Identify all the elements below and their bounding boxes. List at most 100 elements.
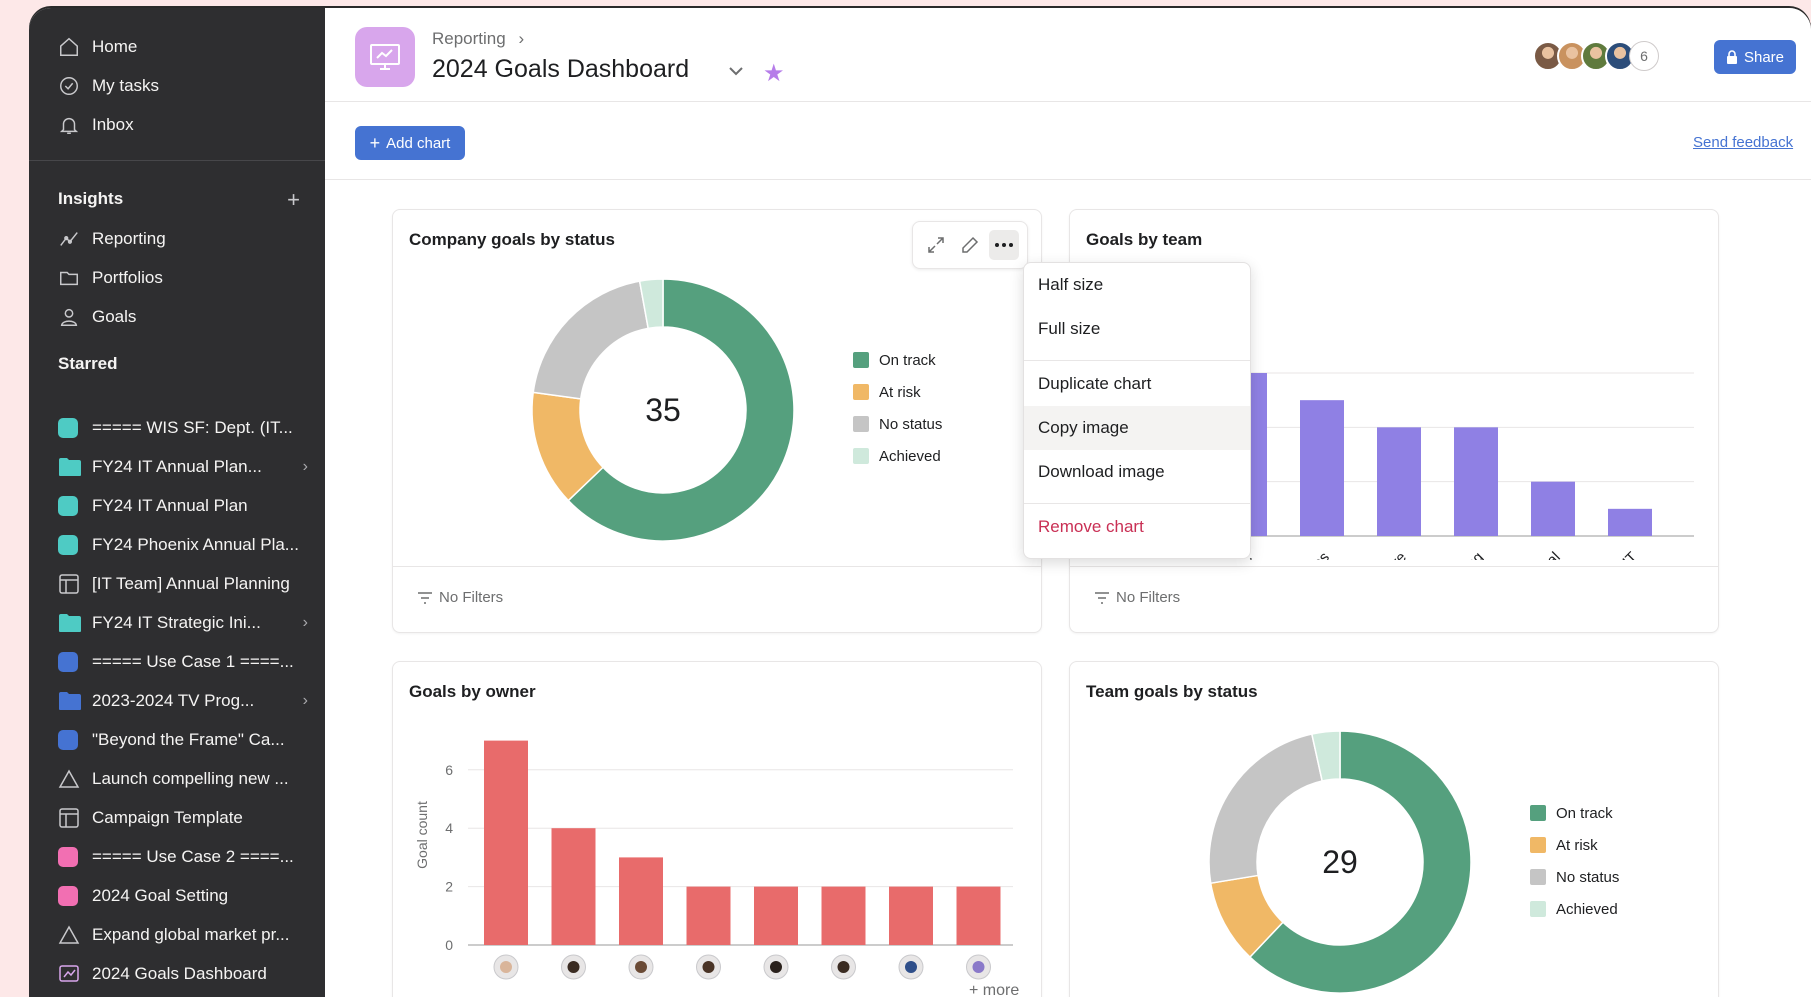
starred-item[interactable]: "Beyond the Frame" Ca... — [58, 725, 308, 755]
chevron-right-icon[interactable]: › — [303, 614, 308, 632]
chevron-right-icon[interactable]: › — [303, 692, 308, 710]
donut-slice-no-status[interactable] — [1208, 733, 1324, 885]
sidebar-item-inbox[interactable]: Inbox — [58, 110, 134, 140]
chart-card-company-goals-by-status[interactable]: Company goals by status 35 On track At ri… — [392, 209, 1042, 633]
sidebar-item-reporting[interactable]: Reporting — [58, 224, 166, 254]
chevron-down-icon[interactable] — [728, 66, 744, 76]
menu-item-duplicate-chart[interactable]: Duplicate chart — [1024, 362, 1250, 406]
legend-item[interactable]: At risk — [1530, 829, 1619, 861]
bar[interactable] — [686, 886, 731, 945]
dashboard-canvas: Company goals by status 35 On track At ri… — [325, 180, 1811, 997]
filters-button[interactable]: No Filters — [417, 589, 503, 606]
starred-item[interactable]: ===== Use Case 1 ====... — [58, 647, 308, 677]
legend-swatch — [1530, 869, 1546, 885]
page-header: Reporting › 2024 Goals Dashboard ★ 6 Sha… — [325, 8, 1811, 102]
starred-item[interactable]: FY24 IT Annual Plan... › — [58, 452, 308, 482]
bar[interactable] — [1454, 427, 1498, 536]
bar[interactable] — [754, 886, 798, 945]
filter-icon — [1095, 591, 1109, 604]
sidebar-item-goals[interactable]: Goals — [58, 302, 136, 332]
legend-item[interactable]: On track — [853, 344, 942, 376]
menu-item-copy-image[interactable]: Copy image — [1024, 406, 1250, 450]
template-icon — [59, 574, 79, 594]
legend-swatch — [853, 352, 869, 368]
breadcrumb-reporting[interactable]: Reporting — [432, 29, 506, 48]
y-tick-label: 4 — [445, 820, 453, 836]
starred-item[interactable]: FY24 IT Strategic Ini... › — [58, 608, 308, 638]
bar[interactable] — [956, 886, 1001, 945]
legend-label: At risk — [1556, 836, 1598, 854]
line-chart-icon — [60, 232, 78, 246]
card-title: Team goals by status — [1086, 682, 1258, 701]
menu-item-download-image[interactable]: Download image — [1024, 450, 1250, 494]
card-title: Goals by team — [1086, 230, 1203, 249]
legend-swatch — [1530, 901, 1546, 917]
starred-item[interactable]: Expand global market pr... — [58, 920, 308, 950]
bar[interactable] — [1531, 481, 1575, 536]
starred-item[interactable]: [IT Team] Annual Planning — [58, 569, 308, 599]
more-owners-link[interactable]: + more — [969, 982, 1019, 997]
page-title[interactable]: 2024 Goals Dashboard — [432, 55, 689, 84]
star-icon[interactable]: ★ — [763, 59, 785, 88]
starred-item[interactable]: Campaign Template — [58, 803, 308, 833]
owner-avatar-face — [567, 961, 580, 973]
sidebar-item-portfolios[interactable]: Portfolios — [58, 263, 163, 293]
menu-item-remove-chart[interactable]: Remove chart — [1024, 505, 1250, 549]
bar[interactable] — [551, 828, 596, 945]
bar[interactable] — [1377, 427, 1421, 536]
donut-chart: 29 — [1208, 730, 1472, 994]
legend-item[interactable]: Achieved — [853, 440, 942, 472]
lock-icon — [1726, 50, 1737, 64]
x-tick-label: IT — [1619, 549, 1640, 560]
starred-item[interactable]: 2024 Goals Dashboard — [58, 959, 308, 989]
bar[interactable] — [619, 857, 663, 945]
more-options-icon[interactable] — [989, 230, 1019, 260]
project-color-icon — [58, 886, 78, 906]
starred-item-label: [IT Team] Annual Planning — [92, 574, 290, 593]
starred-item-label: ===== Use Case 2 ====... — [92, 847, 294, 866]
bar[interactable] — [889, 886, 933, 945]
member-count[interactable]: 6 — [1629, 41, 1659, 71]
x-tick-label: Marketing — [1428, 549, 1487, 560]
legend-item[interactable]: Achieved — [1530, 893, 1619, 925]
starred-item[interactable]: ===== WIS SF: Dept. (IT... — [58, 413, 308, 443]
sidebar-item-my-tasks[interactable]: My tasks — [58, 71, 159, 101]
share-button[interactable]: Share — [1714, 40, 1796, 74]
add-chart-button[interactable]: + Add chart — [355, 126, 465, 160]
legend-item[interactable]: No status — [1530, 861, 1619, 893]
starred-item[interactable]: ===== Use Case 2 ====... — [58, 842, 308, 872]
bar[interactable] — [1608, 508, 1652, 536]
expand-icon[interactable] — [921, 230, 951, 260]
send-feedback-link[interactable]: Send feedback — [1693, 134, 1793, 151]
dashboard-icon — [355, 27, 415, 87]
menu-item-full-size[interactable]: Full size — [1024, 307, 1250, 351]
filters-button[interactable]: No Filters — [1094, 589, 1180, 606]
dashboard-toolbar: + Add chart Send feedback — [325, 102, 1811, 180]
starred-item[interactable]: FY24 Phoenix Annual Pla... — [58, 530, 308, 560]
sidebar-item-home[interactable]: Home — [58, 32, 137, 62]
legend-label: On track — [879, 351, 936, 369]
chart-card-goals-by-owner[interactable]: Goals by owner Goal count 0 2 4 6 + more — [392, 661, 1042, 997]
member-avatars[interactable]: 6 — [1533, 41, 1659, 71]
legend-item[interactable]: On track — [1530, 797, 1619, 829]
chart-card-team-goals-by-status[interactable]: Team goals by status 29 On track At risk N… — [1069, 661, 1719, 997]
breadcrumb[interactable]: Reporting › — [432, 29, 524, 49]
starred-item[interactable]: 2023-2024 TV Prog... › — [58, 686, 308, 716]
filter-icon — [418, 591, 432, 604]
add-insight-icon[interactable]: + — [287, 189, 300, 211]
sidebar-item-label: My tasks — [92, 76, 160, 95]
menu-item-half-size[interactable]: Half size — [1024, 263, 1250, 307]
donut-slice-no-status[interactable] — [532, 280, 650, 400]
bar[interactable] — [484, 740, 528, 945]
starred-item[interactable]: FY24 IT Annual Plan — [58, 491, 308, 521]
bar[interactable] — [1300, 400, 1344, 536]
starred-item[interactable]: Launch compelling new ... — [58, 764, 308, 794]
edit-icon[interactable] — [955, 230, 985, 260]
legend-item[interactable]: At risk — [853, 376, 942, 408]
starred-item-label: FY24 Phoenix Annual Pla... — [92, 535, 299, 554]
legend-item[interactable]: No status — [853, 408, 942, 440]
bar[interactable] — [821, 886, 866, 945]
chevron-right-icon[interactable]: › — [303, 458, 308, 476]
starred-item[interactable]: 2024 Goal Setting — [58, 881, 308, 911]
sidebar-item-label: Home — [92, 37, 138, 56]
